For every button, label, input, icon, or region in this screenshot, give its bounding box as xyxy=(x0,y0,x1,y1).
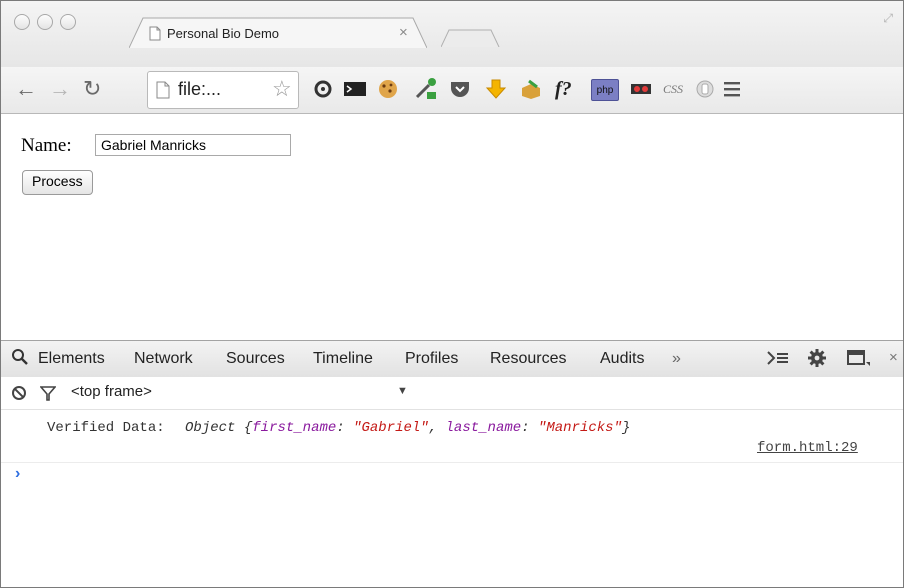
console-toolbar: <top frame> ▼ xyxy=(1,377,903,410)
console-value-first-name: "Gabriel" xyxy=(353,420,429,436)
url-text: file:... xyxy=(178,79,222,99)
frame-select[interactable]: <top frame> xyxy=(71,383,152,400)
settings-gear-icon[interactable] xyxy=(807,348,827,373)
minimize-window-button[interactable] xyxy=(37,14,53,30)
page-content: Name: Gabriel Manricks Process xyxy=(1,114,903,340)
tab-timeline[interactable]: Timeline xyxy=(313,350,373,368)
name-input[interactable]: Gabriel Manricks xyxy=(95,134,291,156)
colon-2: : xyxy=(521,420,538,436)
process-button[interactable]: Process xyxy=(22,170,93,195)
menu-icon[interactable] xyxy=(723,77,741,101)
search-icon[interactable] xyxy=(11,348,29,371)
console-prompt-icon[interactable]: › xyxy=(15,465,20,483)
download-arrow-extension-icon[interactable] xyxy=(485,77,507,101)
console-key-last-name: last_name xyxy=(445,420,522,436)
tab-sources[interactable]: Sources xyxy=(226,350,285,368)
console-object[interactable]: Object {first_name: "Gabriel", last_name… xyxy=(185,420,630,436)
console-value-last-name: "Manricks" xyxy=(537,420,622,436)
browser-window: Personal Bio Demo × ⤢ ← → ↻ file:... ☆ f… xyxy=(0,0,904,588)
css-extension-icon[interactable]: CSS xyxy=(663,77,683,101)
console-log-entry: Verified Data: Object {first_name: "Gabr… xyxy=(1,410,903,463)
terminal-extension-icon[interactable] xyxy=(343,77,367,101)
tab-close-icon[interactable]: × xyxy=(399,24,408,41)
page-icon xyxy=(156,81,170,104)
browser-toolbar: ← → ↻ file:... ☆ f? php CSS xyxy=(1,67,903,114)
colon-1: : xyxy=(336,420,354,436)
devtools-tab-bar: Elements Network Sources Timeline Profil… xyxy=(1,340,903,378)
tab-resources[interactable]: Resources xyxy=(490,350,566,368)
new-tab-button[interactable] xyxy=(440,29,501,52)
devtools-panel: Elements Network Sources Timeline Profil… xyxy=(1,340,903,587)
object-word: Object xyxy=(185,420,236,436)
tab-title: Personal Bio Demo xyxy=(167,26,279,41)
power-extension-icon[interactable] xyxy=(695,77,715,101)
name-label: Name: xyxy=(21,135,72,156)
frame-select-chevron-icon[interactable]: ▼ xyxy=(397,385,408,397)
comma: , xyxy=(428,420,446,436)
brace-open: { xyxy=(243,420,253,436)
more-tabs-button[interactable]: » xyxy=(672,350,681,368)
sync-extension-icon[interactable] xyxy=(313,77,333,101)
back-icon[interactable]: ← xyxy=(15,76,37,102)
console-drawer-icon[interactable] xyxy=(767,350,789,371)
box-extension-icon[interactable] xyxy=(519,77,543,101)
dock-icon[interactable] xyxy=(847,349,871,372)
tab-profiles[interactable]: Profiles xyxy=(405,350,458,368)
clear-console-icon[interactable] xyxy=(11,385,27,406)
page-icon xyxy=(149,26,161,46)
console-message: Verified Data: Object {first_name: "Gabr… xyxy=(47,420,630,436)
disguise-extension-icon[interactable] xyxy=(629,77,653,101)
reload-icon[interactable]: ↻ xyxy=(83,76,101,102)
tab-audits[interactable]: Audits xyxy=(600,350,644,368)
address-bar[interactable]: file:... ☆ xyxy=(147,71,299,109)
tab-strip: Personal Bio Demo × ⤢ xyxy=(1,1,903,67)
console-key-first-name: first_name xyxy=(252,420,337,436)
f-extension-icon[interactable]: f? xyxy=(555,77,572,101)
tab-personal-bio-demo[interactable]: Personal Bio Demo × xyxy=(129,17,427,48)
cookie-extension-icon[interactable] xyxy=(377,77,399,101)
console-source-link[interactable]: form.html:29 xyxy=(757,440,858,456)
close-devtools-icon[interactable]: × xyxy=(889,349,898,366)
tab-network[interactable]: Network xyxy=(134,350,193,368)
pocket-extension-icon[interactable] xyxy=(449,77,471,101)
filter-icon[interactable] xyxy=(39,385,57,406)
brace-close: } xyxy=(621,420,631,436)
fullscreen-icon[interactable]: ⤢ xyxy=(883,11,893,26)
eyedropper-extension-icon[interactable] xyxy=(413,77,439,101)
zoom-window-button[interactable] xyxy=(60,14,76,30)
close-window-button[interactable] xyxy=(14,14,30,30)
tab-elements[interactable]: Elements xyxy=(38,350,105,368)
console-prefix: Verified Data: xyxy=(47,420,165,436)
php-extension-icon[interactable]: php xyxy=(591,79,619,101)
bookmark-star-icon[interactable]: ☆ xyxy=(272,76,292,102)
forward-icon[interactable]: → xyxy=(49,76,71,102)
